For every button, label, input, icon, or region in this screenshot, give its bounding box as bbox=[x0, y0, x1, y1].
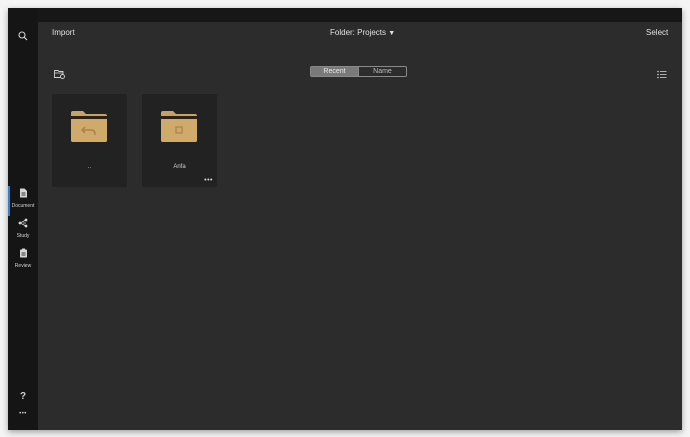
sort-segmented-control[interactable]: Recent Name bbox=[310, 66, 407, 77]
help-button[interactable]: ? bbox=[8, 391, 38, 402]
help-icon: ? bbox=[19, 391, 27, 402]
folder-title: Folder: Projects bbox=[330, 28, 387, 37]
main-content: Import Folder: Projects ▼ Select Recent … bbox=[38, 22, 682, 430]
caret-down-icon: ▼ bbox=[388, 30, 396, 37]
folder-settings-icon bbox=[54, 70, 65, 79]
title-strip bbox=[8, 8, 682, 22]
sidebar-item-label: Study bbox=[16, 233, 30, 239]
sidebar-item-label: Review bbox=[14, 263, 32, 269]
list-view-button[interactable] bbox=[657, 66, 667, 84]
folder-tile-parent[interactable]: .. bbox=[52, 94, 127, 187]
more-icon: ••• bbox=[19, 411, 27, 417]
app-window: Document Study Review ? ••• Import Folde… bbox=[8, 8, 682, 430]
folder-icon bbox=[161, 111, 197, 142]
folder-label: .. bbox=[87, 164, 92, 170]
folder-tile-anfa[interactable]: Anfa ••• bbox=[142, 94, 217, 187]
sidebar-item-label: Document bbox=[11, 203, 35, 209]
import-button[interactable]: Import bbox=[52, 28, 75, 38]
study-icon bbox=[18, 218, 28, 228]
sidebar: Document Study Review ? ••• bbox=[8, 8, 38, 430]
folder-selector[interactable]: Folder: Projects ▼ bbox=[330, 28, 395, 39]
document-icon bbox=[19, 188, 27, 198]
sidebar-item-study[interactable]: Study bbox=[8, 215, 38, 239]
search-icon bbox=[18, 31, 28, 41]
sort-option-recent[interactable]: Recent bbox=[311, 67, 358, 76]
sidebar-item-document[interactable]: Document bbox=[8, 185, 38, 209]
more-button[interactable]: ••• bbox=[8, 411, 38, 417]
new-folder-button[interactable] bbox=[54, 66, 65, 84]
review-icon bbox=[19, 248, 27, 258]
sidebar-item-review[interactable]: Review bbox=[8, 245, 38, 269]
parent-folder-icon bbox=[71, 111, 107, 142]
folder-label: Anfa bbox=[173, 164, 186, 170]
sort-option-name[interactable]: Name bbox=[359, 67, 406, 76]
more-options-icon[interactable]: ••• bbox=[204, 177, 213, 184]
search-button[interactable] bbox=[8, 28, 38, 46]
select-button[interactable]: Select bbox=[646, 28, 668, 38]
list-view-icon bbox=[657, 70, 667, 79]
